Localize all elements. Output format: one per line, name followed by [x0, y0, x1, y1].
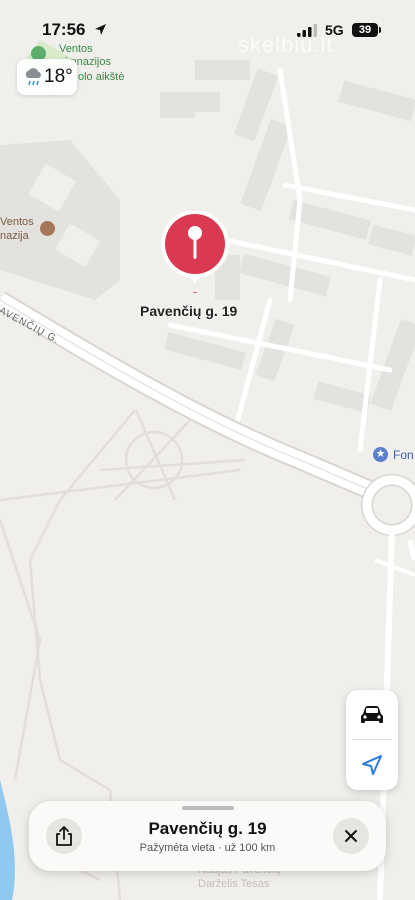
close-button[interactable] — [333, 818, 369, 854]
battery-icon: 39 — [352, 23, 378, 37]
location-arrow-icon — [362, 755, 382, 775]
current-location-button[interactable] — [346, 740, 398, 790]
battery-tip — [379, 27, 381, 33]
watermark: skelbiu.lt — [238, 32, 334, 57]
map-controls — [346, 690, 398, 790]
drive-mode-button[interactable] — [346, 690, 398, 740]
map-pin[interactable] — [160, 210, 230, 298]
status-bar: 17:56 5G 39 — [0, 0, 415, 52]
cloud-rain-icon — [25, 68, 41, 86]
map-label-school-left-2: nazija — [0, 230, 29, 242]
weather-badge[interactable]: 18° — [17, 59, 77, 95]
car-icon — [361, 706, 383, 723]
status-time: 17:56 — [42, 20, 86, 39]
map-label-bottom-2: Darželis Tesas — [198, 878, 270, 890]
map-label-school-left-1: Ventos — [0, 216, 34, 228]
place-subtitle: Pažymėta vieta · už 100 km — [139, 842, 276, 854]
map-label-poi-right: Fon — [393, 448, 414, 462]
star-poi-icon[interactable]: ★ — [373, 447, 388, 462]
pin-label: Pavenčių g. 19 — [140, 303, 238, 319]
place-card[interactable]: Pavenčių g. 19 Pažymėta vieta · už 100 k… — [29, 801, 386, 871]
school-poi-icon[interactable] — [40, 221, 55, 236]
location-services-icon — [95, 24, 106, 35]
map-label-school-top-3: olo aikštė — [78, 71, 125, 83]
temperature: 18° — [44, 66, 73, 87]
close-icon — [345, 830, 357, 842]
map-pin-icon — [161, 210, 229, 298]
sheet-grabber[interactable] — [182, 806, 234, 810]
